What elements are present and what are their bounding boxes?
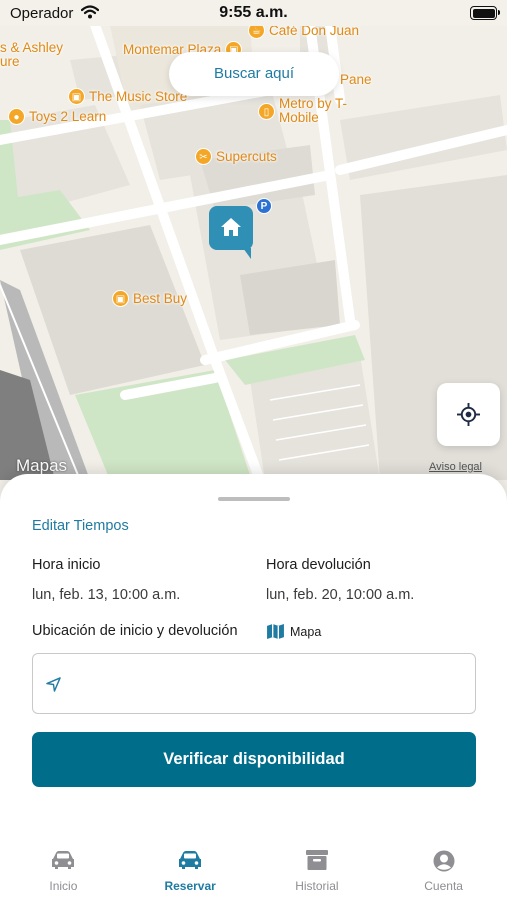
poi-ashley[interactable]: s & Ashley: [0, 40, 63, 55]
reservation-sheet: Editar Tiempos Hora inicio lun, feb. 13,…: [0, 474, 507, 900]
return-time-value: lun, feb. 20, 10:00 a.m.: [266, 587, 415, 603]
location-label: Ubicación de inicio y devolución: [32, 623, 238, 639]
locate-me-button[interactable]: [437, 383, 500, 446]
search-here-button[interactable]: Buscar aquí: [169, 52, 339, 96]
shopping-bag-icon: ▣: [68, 88, 85, 105]
scissors-icon: ✂: [195, 148, 212, 165]
car-icon: [52, 851, 75, 869]
sheet-grabber-handle[interactable]: [218, 497, 290, 501]
tab-historial[interactable]: Historial: [254, 842, 381, 900]
poi-supercuts[interactable]: ✂ Supercuts: [195, 148, 277, 165]
start-time-label: Hora inicio: [32, 557, 101, 573]
car-icon: [179, 851, 202, 869]
person-circle-icon: [433, 850, 455, 872]
return-time-label: Hora devolución: [266, 557, 371, 573]
parking-icon[interactable]: P: [256, 198, 272, 214]
maps-attribution: Mapas: [16, 456, 68, 475]
start-time-value: lun, feb. 13, 10:00 a.m.: [32, 587, 181, 603]
poi-toys-2-learn[interactable]: ● Toys 2 Learn: [8, 108, 106, 125]
archive-icon: [305, 850, 328, 870]
location-search-field[interactable]: [32, 653, 476, 714]
crosshair-icon: [457, 403, 480, 426]
legal-notice-link[interactable]: Aviso legal: [429, 461, 482, 473]
home-location-marker[interactable]: [209, 206, 253, 259]
tab-inicio[interactable]: Inicio: [0, 842, 127, 900]
location-input[interactable]: [73, 664, 463, 704]
check-availability-button[interactable]: Verificar disponibilidad: [32, 732, 476, 787]
poi-the-music-store[interactable]: ▣ The Music Store: [68, 88, 187, 105]
poi-metro-by-t-mobile[interactable]: ▯ Metro by T-Mobile: [258, 97, 358, 125]
house-icon: [221, 218, 241, 236]
edit-times-link[interactable]: Editar Tiempos: [32, 518, 129, 534]
tab-cuenta[interactable]: Cuenta: [380, 842, 507, 900]
battery-icon: [470, 6, 500, 20]
tab-bar: Inicio Reservar Historial Cuenta: [0, 842, 507, 900]
toy-icon: ●: [8, 108, 25, 125]
location-arrow-icon: [46, 677, 61, 692]
phone-icon: ▯: [258, 103, 275, 120]
map-icon: [267, 624, 284, 639]
map-view[interactable]: ☕ Café Don Juan s & Ashley ure Montemar …: [0, 0, 507, 510]
tab-reservar[interactable]: Reservar: [127, 842, 254, 900]
status-bar: Operador 9:55 a.m.: [0, 0, 507, 26]
shopping-bag-icon: ▣: [112, 290, 129, 307]
status-time: 9:55 a.m.: [219, 4, 288, 21]
poi-best-buy[interactable]: ▣ Best Buy: [112, 290, 187, 307]
map-link[interactable]: Mapa: [267, 624, 321, 639]
poi-pane[interactable]: Pane: [340, 72, 372, 87]
poi-ure[interactable]: ure: [0, 54, 20, 69]
